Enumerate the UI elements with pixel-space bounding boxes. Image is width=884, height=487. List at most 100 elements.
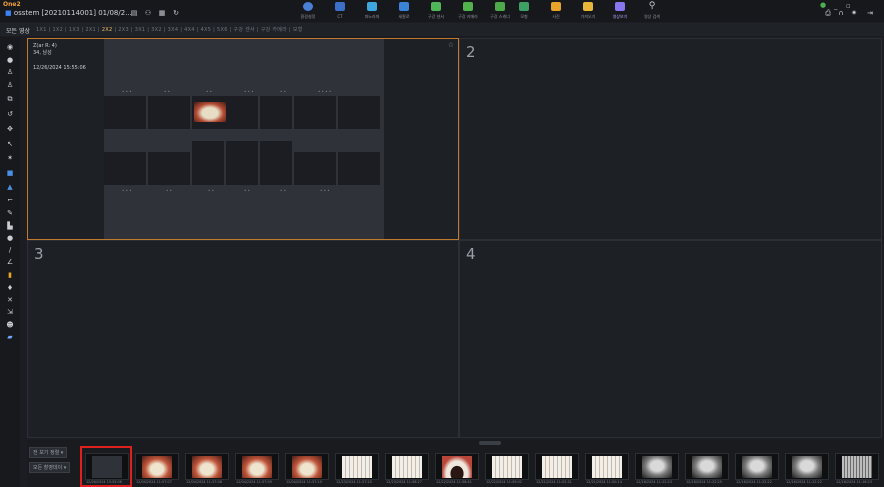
thumbnail-image	[242, 456, 272, 478]
filmstrip-thumbnail[interactable]	[435, 453, 479, 480]
tool-highlight-icon[interactable]: ▮	[6, 272, 14, 279]
filmstrip-thumbnail[interactable]	[635, 453, 679, 480]
thumbnail-timestamp: 12/21/2024 11:02:31	[536, 480, 572, 484]
viewport-1[interactable]: Z(ar R: 4) 34, 남성 12/26/2024 15:55:06 ☆ …	[27, 38, 459, 240]
thumbnail-image	[392, 456, 422, 478]
viewport-1-info: Z(ar R: 4) 34, 남성 12/26/2024 15:55:06	[33, 43, 86, 72]
series-slot[interactable]	[260, 141, 292, 185]
gear-icon[interactable]: ✷	[850, 10, 858, 17]
filmstrip-thumbnail[interactable]	[785, 453, 829, 480]
series-slot[interactable]	[148, 152, 190, 185]
viewer-grid: Z(ar R: 4) 34, 남성 12/26/2024 15:55:06 ☆ …	[27, 38, 882, 438]
nav-settings[interactable]: 환경설정	[292, 2, 324, 21]
nav-photo[interactable]: 사진	[540, 2, 572, 21]
patient-icon: ■	[5, 9, 12, 17]
favorite-star-icon[interactable]: ☆	[448, 41, 454, 49]
filmstrip-thumbnail[interactable]	[585, 453, 629, 480]
thumbnail-timestamp: 12/16/2024 11:22:23	[636, 480, 672, 484]
nav-model[interactable]: 모형	[508, 2, 540, 21]
viewport-4[interactable]: 4	[459, 240, 882, 438]
viewport-2[interactable]: 2	[459, 38, 882, 240]
tool-person-icon[interactable]: ♙	[6, 69, 14, 76]
search-icon: ⚲	[648, 1, 656, 11]
series-slot[interactable]	[338, 152, 380, 185]
refresh-icon[interactable]: ↻	[172, 10, 180, 17]
printer-icon[interactable]: ⎙	[824, 10, 832, 17]
tool-compare-icon[interactable]: ⧉	[6, 96, 14, 103]
thumbnail-timestamp: 12/23/2024 11:58:27	[386, 480, 422, 484]
tool-crop-icon[interactable]: ⌐	[6, 197, 14, 204]
capture-filter-dropdown[interactable]: 모든 촬영데이 ▾	[29, 462, 71, 473]
filmstrip-thumbnail[interactable]	[685, 453, 729, 480]
view-sort-dropdown[interactable]: 전 보기 정렬 ▾	[29, 447, 68, 458]
nav-ct[interactable]: CT	[324, 2, 356, 21]
layout-bar: 모든 영상 1X1 | 1X2 | 1X3 | 2X1 | 2X2 | 2X3 …	[0, 23, 884, 36]
tool-close-icon[interactable]: ✕	[6, 297, 14, 304]
nav-import[interactable]: 가져오기	[572, 2, 604, 21]
thumbnail-timestamp: 12/16/2024 11:22:22	[786, 480, 822, 484]
nav-intraoral-camera[interactable]: 구강 카메라	[452, 2, 484, 21]
series-slot[interactable]	[192, 141, 224, 185]
series-slot[interactable]	[226, 141, 258, 185]
nav-panorama[interactable]: 파노라마	[356, 2, 388, 21]
thumbnail-timestamp: 12/04/2024 11:57:07	[136, 480, 172, 484]
nav-intraoral-sensor[interactable]: 구강 센서	[420, 2, 452, 21]
filmstrip-thumbnail[interactable]	[385, 453, 429, 480]
tool-brightness-icon[interactable]: ✶	[6, 155, 14, 162]
tool-text-icon[interactable]: ▙	[6, 223, 14, 230]
tool-chat-icon[interactable]: ▰	[6, 334, 14, 341]
tool-pen-icon[interactable]: ✎	[6, 210, 14, 217]
tool-person2-icon[interactable]: ♙	[6, 82, 14, 89]
filmstrip-thumbnail[interactable]	[135, 453, 179, 480]
patient-tab[interactable]: ■ osstem [20210114001] 01/08/2...	[5, 9, 132, 17]
nav-ceph[interactable]: 세팔로	[388, 2, 420, 21]
minimize-icon[interactable]: _	[834, 2, 838, 10]
filmstrip-thumbnail[interactable]	[335, 453, 379, 480]
series-slot[interactable]	[226, 96, 258, 129]
filmstrip-thumbnail[interactable]	[285, 453, 329, 480]
filmstrip-collapse-handle[interactable]	[479, 441, 501, 445]
filmstrip-thumbnail[interactable]	[235, 453, 279, 480]
viewport-3-number: 3	[34, 245, 44, 263]
grid-icon[interactable]: ▦	[158, 10, 166, 17]
logout-icon[interactable]: ⇥	[866, 10, 874, 17]
filmstrip-thumbnail[interactable]	[535, 453, 579, 480]
layout-options[interactable]: 1X1 | 1X2 | 1X3 | 2X1 | 2X2 | 2X3 | 3X1 …	[36, 26, 303, 33]
series-slot[interactable]	[294, 152, 336, 185]
tool-menu-icon[interactable]: ◉	[6, 44, 14, 51]
status-icon: ●	[820, 1, 827, 9]
tool-pointer-icon[interactable]: ↖	[6, 141, 14, 148]
series-slot[interactable]	[148, 96, 190, 129]
patient-tab-label: osstem [20210114001] 01/08/2...	[13, 9, 132, 17]
filmstrip-thumbnail[interactable]	[485, 453, 529, 480]
headset-icon[interactable]: ∩	[837, 10, 845, 17]
tool-rotate-icon[interactable]: ↺	[6, 111, 14, 118]
user-icon[interactable]: ⚇	[144, 10, 152, 17]
filmstrip-thumbnail[interactable]	[735, 453, 779, 480]
all-images-tab[interactable]: 모든 영상	[6, 26, 30, 35]
tool-line-icon[interactable]: /	[6, 247, 14, 254]
series-slot[interactable]	[338, 96, 380, 129]
nav-image-search[interactable]: ⚲ 영상 검색	[636, 2, 668, 21]
tool-export-icon[interactable]: ⇲	[6, 309, 14, 316]
viewport-2-number: 2	[466, 43, 476, 61]
tool-user-icon[interactable]: ☻	[6, 322, 14, 329]
tool-tooth-icon[interactable]: ♦	[6, 285, 14, 292]
series-slot[interactable]	[294, 96, 336, 129]
nav-image-view[interactable]: 영상보기	[604, 2, 636, 21]
app-logo: One2	[3, 1, 21, 8]
series-slot[interactable]	[260, 96, 292, 129]
tool-layer-icon[interactable]: ■	[6, 170, 14, 177]
tool-angle-icon[interactable]: ∠	[6, 259, 14, 266]
filmstrip-thumbnail[interactable]	[185, 453, 229, 480]
tool-move-icon[interactable]: ✥	[6, 126, 14, 133]
series-slot[interactable]	[104, 96, 146, 129]
filmstrip-thumbnail[interactable]	[835, 453, 879, 480]
tool-info-icon[interactable]: ●	[6, 57, 14, 64]
tool-circle-icon[interactable]: ●	[6, 235, 14, 242]
series-slot[interactable]	[104, 152, 146, 185]
restore-icon[interactable]: ▫	[846, 2, 851, 10]
viewport-3[interactable]: 3	[27, 240, 459, 438]
tool-measure-icon[interactable]: ▲	[6, 184, 14, 191]
print-icon[interactable]: ▤	[130, 10, 138, 17]
